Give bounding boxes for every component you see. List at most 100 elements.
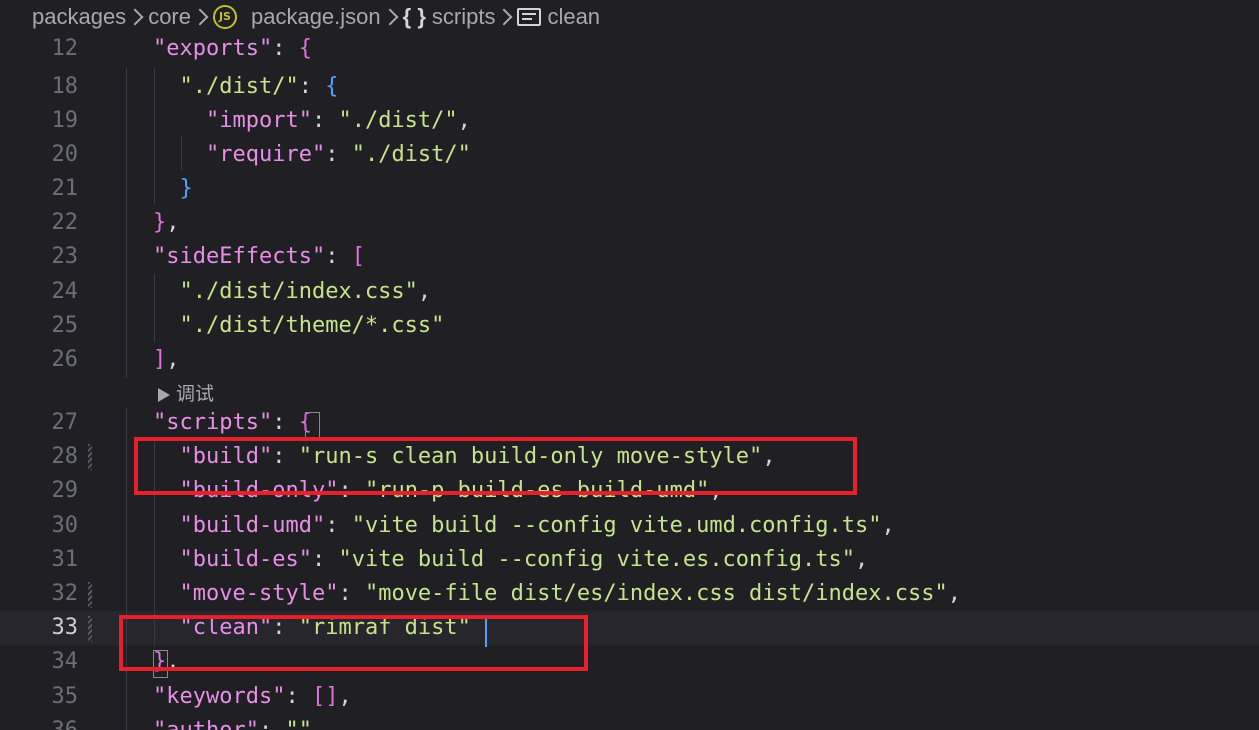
play-triangle-icon: [158, 387, 170, 402]
code-editor[interactable]: 12 "exports": { 18 "./dist/": {19 "import"…: [0, 34, 1259, 730]
breadcrumb: packages core JS package.json { } script…: [0, 0, 1259, 34]
breadcrumb-item-core[interactable]: core: [148, 4, 191, 30]
line-number: 18: [51, 74, 79, 99]
code-token: ]: [153, 347, 167, 372]
code-line[interactable]: 36 "author": "",: [0, 714, 1259, 730]
breadcrumb-item-package-json[interactable]: JS package.json: [212, 4, 381, 30]
code-text: "author": "",: [153, 714, 325, 730]
code-token: "sideEffects": [153, 244, 326, 269]
code-line[interactable]: 31 "build-es": "vite build --config vite…: [0, 543, 1259, 577]
code-token: "move-file dist/es/index.css dist/index.…: [364, 581, 948, 606]
code-token: ,: [166, 347, 180, 372]
indent-guide: [154, 274, 155, 342]
chevron-right-icon: [381, 0, 403, 34]
code-token: "build-umd": [179, 513, 326, 538]
code-token: "./dist/": [351, 142, 471, 167]
code-line[interactable]: 32 "move-style": "move-file dist/es/inde…: [0, 577, 1259, 611]
code-text: "./dist/index.css",: [153, 275, 432, 309]
code-token: {: [325, 74, 339, 99]
chevron-right-icon: [495, 0, 517, 34]
chevron-right-icon: [126, 0, 148, 34]
code-token: "./dist/theme/*.css": [179, 313, 445, 338]
code-token: :: [272, 410, 299, 435]
code-token: ,: [166, 210, 180, 235]
code-token: :: [311, 108, 339, 133]
code-token: ,: [881, 513, 895, 538]
code-token: "keywords": [153, 684, 286, 709]
code-token: ,: [312, 718, 325, 730]
line-number: 36: [0, 714, 79, 730]
line-number: 27: [51, 410, 79, 435]
breadcrumb-item-scripts[interactable]: { } scripts: [403, 4, 496, 30]
code-text: "exports": {: [153, 32, 312, 66]
code-token: "build-es": [179, 547, 312, 572]
code-token: :: [338, 581, 365, 606]
code-token: ,: [457, 108, 471, 133]
code-token: ,: [417, 279, 432, 304]
code-token: "./dist/": [179, 74, 299, 99]
code-token: :: [298, 74, 326, 99]
line-number: 34: [51, 649, 79, 674]
code-line[interactable]: 27 "scripts": {: [0, 406, 1259, 440]
code-token: "move-style": [179, 581, 339, 606]
code-line[interactable]: 20 "require": "./dist/": [0, 138, 1259, 172]
gutter-change-marker: [88, 582, 92, 608]
indent-guide: [126, 68, 127, 378]
code-text: "keywords": [],: [153, 680, 352, 714]
code-line[interactable]: 23 "sideEffects": [: [0, 240, 1259, 274]
code-token: "import": [205, 108, 312, 133]
js-file-icon: JS: [212, 5, 237, 29]
codelens-label: 调试: [176, 383, 215, 405]
code-token: :: [325, 142, 352, 167]
code-line[interactable]: 22},: [0, 206, 1259, 240]
line-number: 20: [51, 142, 79, 167]
code-text: "sideEffects": [: [153, 240, 365, 274]
code-token: [: [351, 244, 365, 269]
chevron-right-icon: [191, 0, 213, 34]
code-token: "author": [153, 718, 259, 730]
code-token: "./dist/": [338, 108, 458, 133]
line-number: 33: [51, 615, 79, 640]
breadcrumb-item-packages[interactable]: packages: [32, 4, 126, 30]
code-line[interactable]: 30 "build-umd": "vite build --config vit…: [0, 509, 1259, 543]
debug-codelens[interactable]: 调试: [158, 379, 214, 409]
line-number: 21: [51, 176, 79, 201]
code-text: ],: [153, 343, 180, 377]
code-line[interactable]: 21 }: [0, 172, 1259, 206]
code-text: "./dist/theme/*.css": [153, 309, 445, 343]
breadcrumb-item-clean[interactable]: clean: [517, 4, 600, 30]
annotation-box-build: [134, 437, 857, 495]
code-token: [: [311, 684, 326, 709]
property-icon: [517, 8, 542, 26]
line-number: 22: [51, 210, 79, 235]
annotation-box-clean: [119, 615, 588, 671]
code-token: "": [285, 718, 312, 730]
code-line[interactable]: 24 "./dist/index.css",: [0, 275, 1259, 309]
line-number: 35: [51, 684, 79, 709]
code-line[interactable]: 18 "./dist/": {: [0, 70, 1259, 104]
code-token: "require": [205, 142, 326, 167]
code-token: :: [325, 513, 352, 538]
code-line[interactable]: 35 "keywords": [],: [0, 680, 1259, 714]
bracket-match-highlight: [305, 412, 320, 440]
code-token: "./dist/index.css": [179, 279, 418, 304]
code-token: :: [259, 718, 286, 730]
gutter-change-marker: [88, 444, 92, 470]
code-line[interactable]: 26],: [0, 343, 1259, 377]
code-token: {: [298, 36, 312, 61]
code-line[interactable]: 19 "import": "./dist/",: [0, 104, 1259, 138]
code-text: "move-style": "move-file dist/es/index.c…: [153, 577, 962, 611]
code-line[interactable]: 12 "exports": {: [0, 32, 1259, 66]
code-token: ,: [855, 547, 869, 572]
code-token: "exports": [153, 36, 273, 61]
indent-guide: [126, 408, 127, 730]
breadcrumb-label: package.json: [250, 4, 381, 29]
code-text: }: [153, 172, 193, 206]
code-line[interactable]: 25 "./dist/theme/*.css": [0, 309, 1259, 343]
